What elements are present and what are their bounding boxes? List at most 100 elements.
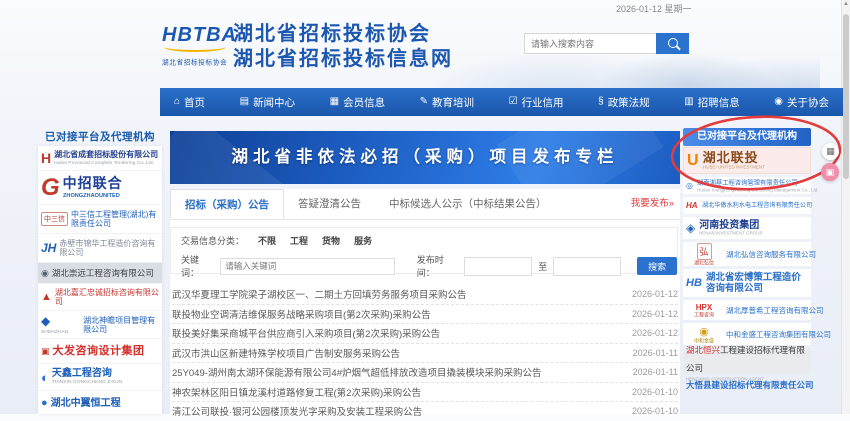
agency-name-en: Hunan Xiangji Engineering Consulting Man… bbox=[697, 189, 753, 192]
filter-option-goods[interactable]: 货物 bbox=[322, 234, 340, 247]
agency-item[interactable]: 湖北恒兴工程建设招标代理有限公司 HENGXING CONSTRUCTION A… bbox=[683, 348, 811, 374]
agency-item[interactable]: ◉ 湖北崇远工程咨询有限公司 bbox=[38, 263, 162, 284]
agency-name: 湖北省宏博策工程造价咨询有限公司 bbox=[706, 272, 808, 294]
agency-item[interactable]: H 湖北省成套招标股份有限公司 Hubei Provincial Complet… bbox=[38, 146, 162, 171]
agency-item[interactable]: ▲ 湖北嘉汇忠诚招标咨询有限公司 bbox=[38, 284, 162, 311]
agency-item[interactable]: HPX 工程咨询 湖北厚普希工程咨询有限公司 bbox=[683, 300, 811, 320]
filter-option-services[interactable]: 服务 bbox=[354, 234, 372, 247]
agency-item-hubei-united[interactable]: U 湖北联投 HUBEI UNITED INVESTMENT bbox=[683, 147, 811, 174]
agency-name: 湖北神瞻项目管理有限公司 bbox=[83, 316, 159, 334]
agency-item[interactable]: G 中招联合 ZHONGZHAOUNITED bbox=[38, 171, 162, 205]
agency-logo: ◐ bbox=[41, 370, 49, 385]
agency-item[interactable]: HA 湖北华傲水利水电工程咨询有限责任公司 bbox=[683, 197, 811, 214]
agency-logo: JH bbox=[41, 241, 56, 255]
scrollbar-thumb[interactable] bbox=[843, 14, 849, 179]
filter-search-button[interactable]: 搜索 bbox=[637, 257, 677, 275]
announcement-item[interactable]: 联投物业空调清洁维保服务战略采购项目(第2次采购)采购公告2026-01-12 bbox=[172, 305, 678, 325]
agency-logo: ◉ bbox=[699, 325, 709, 338]
nav-item-policy[interactable]: § 政策法规 bbox=[598, 95, 650, 110]
education-icon: ✎ bbox=[420, 97, 428, 107]
banner: 湖北省非依法必招（采购）项目发布专栏 bbox=[170, 131, 680, 184]
nav-item-members[interactable]: ▦会员信息 bbox=[330, 95, 385, 110]
agency-item[interactable]: ◐ 天鑫工程咨询 TIANXIN GONGCHENG ZIXUN bbox=[38, 364, 162, 391]
nav-item-education[interactable]: ✎ 教育培训 bbox=[420, 95, 474, 110]
agency-logo: HA bbox=[686, 201, 698, 210]
agency-item[interactable]: ◆ SHENZHAN 湖北神瞻项目管理有限公司 bbox=[38, 311, 162, 339]
agency-name: 中招联合 bbox=[63, 176, 155, 190]
site-title-line2: 湖北省招标投标信息网 bbox=[233, 47, 453, 72]
date-range-to-label: 至 bbox=[538, 260, 547, 273]
agency-item[interactable]: JH 赤壁市锦华工程造价咨询有限公司 bbox=[38, 234, 162, 263]
agency-name-en: HENGXING CONSTRUCTION AGENT bbox=[686, 378, 747, 381]
publish-link[interactable]: 我要发布» bbox=[631, 189, 680, 219]
announcement-item[interactable]: 清江公司联投·银河公园楼顶发光字采购及安装工程采购公告 2026-01-10 bbox=[172, 402, 678, 421]
agency-logo: ◈ bbox=[686, 221, 695, 235]
announcement-item[interactable]: 神农架林区阳日镇龙溪村道路修复工程(第2次采购)采购公告 2026-01-10 bbox=[172, 383, 678, 403]
announcement-date: 2026-01-11 bbox=[633, 367, 678, 377]
agency-name: 湖南湘基工程咨询管理有限责任公司 bbox=[697, 179, 775, 185]
agency-name-en: Hubei Provincial Complete Tendering Co.,… bbox=[54, 161, 112, 165]
nav-item-credit[interactable]: ☑行业信用 bbox=[509, 95, 564, 110]
agency-item[interactable]: ◈ 河南投资集团 HENAN INVESTMENT GROUP bbox=[683, 217, 811, 239]
search-input[interactable] bbox=[524, 33, 662, 54]
nav-label: 新闻中心 bbox=[253, 95, 295, 110]
publish-date-label: 发布时间： bbox=[417, 253, 459, 279]
announcement-title: 武汉市洪山区新建特殊学校项目广告制安服务采购公告 bbox=[172, 346, 625, 360]
agency-item[interactable]: ▣ 大发咨询设计集团 bbox=[38, 339, 162, 364]
announcement-title: 清江公司联投·银河公园楼顶发光字采购及安装工程采购公告 bbox=[172, 404, 624, 418]
date-to-input[interactable] bbox=[553, 257, 621, 276]
filter-option-engineering[interactable]: 工程 bbox=[290, 234, 308, 247]
date-from-input[interactable] bbox=[464, 257, 532, 276]
agency-logo: HB bbox=[686, 277, 702, 289]
announcement-title: 神农架林区阳日镇龙溪村道路修复工程(第2次采购)采购公告 bbox=[172, 385, 624, 399]
nav-label: 教育培训 bbox=[432, 95, 474, 110]
qr-code-icon: ▦ bbox=[826, 146, 835, 157]
about-icon: ◉ bbox=[774, 97, 783, 107]
announcement-date: 2026-01-12 bbox=[632, 289, 678, 299]
nav-item-recruitment[interactable]: ▥招聘信息 bbox=[684, 95, 739, 110]
category-filter-label: 交易信息分类： bbox=[181, 234, 244, 247]
agency-logo-caption: 工程咨询 bbox=[694, 313, 714, 316]
announcement-item[interactable]: 武汉市洪山区新建特殊学校项目广告制安服务采购公告2026-01-11 bbox=[172, 344, 678, 364]
wechat-service-icon: ▣ bbox=[826, 167, 835, 178]
tab-clarification-announcement[interactable]: 答疑澄清公告 bbox=[284, 189, 375, 219]
announcement-item[interactable]: 联投美好集采商城平台供应商引入采购项目(第2次采购)采购公告2026-01-12 bbox=[172, 324, 678, 344]
announcement-date: 2026-01-10 bbox=[632, 387, 678, 397]
nav-item-news[interactable]: ▤ 新闻中心 bbox=[240, 95, 295, 110]
agency-item[interactable]: 中三信 中三信工程管理(湖北)有限责任公司 bbox=[38, 205, 162, 234]
news-icon: ▤ bbox=[240, 97, 249, 107]
agency-name: 河南投资集团 bbox=[699, 221, 808, 230]
announcement-item[interactable]: 武汉华夏理工学院梁子湖校区一、二期土方回填劳务服务项目采购公告2026-01-1… bbox=[172, 285, 678, 305]
announcement-date: 2026-01-10 bbox=[632, 406, 678, 416]
scrollbar-up-arrow-icon[interactable]: ▲ bbox=[842, 1, 850, 7]
agency-name: 大发咨询设计集团 bbox=[53, 347, 145, 356]
agency-name: 赤壁市锦华工程造价咨询有限公司 bbox=[59, 239, 159, 257]
nav-label: 政策法规 bbox=[608, 95, 650, 110]
nav-item-home[interactable]: ⌂首页 bbox=[174, 95, 205, 110]
agency-item[interactable]: ● 湖北中翼恒工程 bbox=[38, 391, 162, 415]
tab-winner-publicity[interactable]: 中标候选人公示（中标结果公告） bbox=[375, 189, 561, 219]
agency-name: 湖北联投 bbox=[703, 151, 807, 164]
agency-logo: ◆ bbox=[41, 314, 80, 328]
search-button[interactable] bbox=[656, 33, 689, 54]
agency-item[interactable]: 弘 湖北弘信 湖北弘信咨询服务有限公司 bbox=[683, 242, 811, 266]
qr-code-button[interactable]: ▦ bbox=[822, 143, 839, 160]
filter-option-all[interactable]: 不限 bbox=[258, 234, 276, 247]
left-sidebar-agency-list: H 湖北省成套招标股份有限公司 Hubei Provincial Complet… bbox=[38, 146, 162, 414]
agency-item[interactable]: HB 湖北省宏博策工程造价咨询有限公司 bbox=[683, 269, 811, 297]
right-sidebar-title: 已对接平台及代理机构 bbox=[683, 128, 811, 146]
wechat-service-button[interactable]: ▣ bbox=[821, 163, 839, 181]
agency-logo: 弘 bbox=[697, 243, 712, 260]
agency-name-en: SHENZHAN bbox=[41, 330, 63, 334]
tab-bid-announcement[interactable]: 招标（采购）公告 bbox=[170, 189, 284, 219]
keyword-input[interactable] bbox=[220, 258, 394, 275]
scrollbar[interactable]: ▲ bbox=[841, 0, 850, 414]
agency-logo-caption: 湖北弘信 bbox=[694, 261, 714, 264]
agency-name: 湖北弘信咨询服务有限公司 bbox=[726, 250, 816, 259]
announcement-item[interactable]: 25Y049-湖州南太湖环保能源有限公司4#炉烟气超低排放改造项目撬装模块采购采… bbox=[172, 363, 678, 383]
nav-item-about[interactable]: ◉关于协会 bbox=[774, 95, 829, 110]
agency-logo: 中三信 bbox=[41, 212, 68, 226]
policy-icon: § bbox=[598, 97, 604, 107]
agency-item[interactable]: ◎ 湖南湘基工程咨询管理有限责任公司 Hunan Xiangji Enginee… bbox=[683, 177, 811, 194]
agency-logo: ● bbox=[41, 397, 48, 409]
